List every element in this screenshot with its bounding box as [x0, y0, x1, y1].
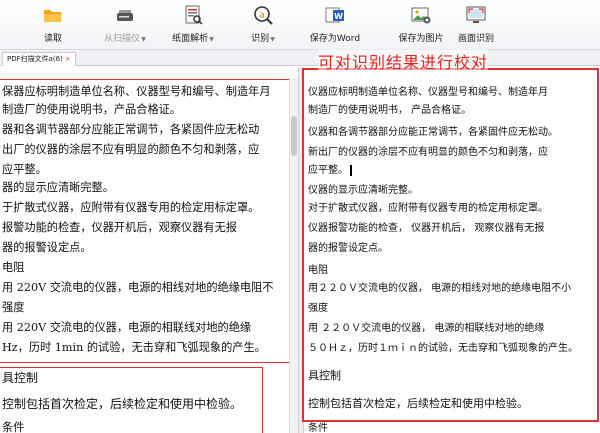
svg-text:a: a	[259, 11, 265, 21]
folder-open-icon	[42, 4, 64, 26]
screen-recognize-button[interactable]: 画面识别	[456, 3, 496, 47]
tab-pdf-scan[interactable]: PDF扫描文件a(6) ×	[2, 52, 76, 66]
proofread-annotation: 可对识别结果进行校对	[318, 49, 489, 73]
scrollbar-thumb[interactable]	[291, 116, 297, 156]
document-tab-strip: PDF扫描文件a(6) ×	[0, 50, 600, 66]
scan-region-box[interactable]	[0, 367, 263, 433]
scan-region-box[interactable]	[0, 79, 291, 363]
dropdown-arrow-icon[interactable]: ▼	[141, 36, 146, 43]
save-as-image-button[interactable]: 保存为图片	[396, 3, 446, 47]
scanned-image-pane[interactable]: 保器应标明制造单位名称、仪器型号和编号、制造年月 制造厂的使用说明书，产品合格证。…	[0, 67, 298, 433]
save-as-word-button[interactable]: W 保存为Word	[308, 3, 362, 47]
scanned-pane-scrollbar[interactable]	[289, 78, 298, 433]
save-word-icon: W	[324, 4, 346, 26]
scanner-icon	[114, 4, 136, 26]
page-analysis-button[interactable]: 纸面解析▼	[168, 3, 218, 47]
recognized-region-box	[302, 68, 599, 422]
dropdown-arrow-icon[interactable]: ▼	[270, 36, 275, 43]
save-image-icon	[410, 4, 432, 26]
close-icon[interactable]: ×	[65, 55, 71, 63]
page-analysis-icon	[182, 4, 204, 26]
recognize-icon: a	[252, 4, 274, 26]
recognize-button[interactable]: a 识别▼	[248, 3, 278, 47]
dropdown-arrow-icon[interactable]: ▼	[209, 36, 214, 43]
read-button[interactable]: 读取	[38, 3, 68, 47]
from-scanner-button[interactable]: 从扫描仪▼	[98, 3, 152, 47]
main-toolbar: 读取 从扫描仪▼ 纸面解析▼ a 识别▼ W 保存为Word 保存为图片 画面识…	[0, 0, 600, 50]
screen-capture-icon	[465, 4, 487, 26]
svg-text:W: W	[334, 12, 343, 21]
